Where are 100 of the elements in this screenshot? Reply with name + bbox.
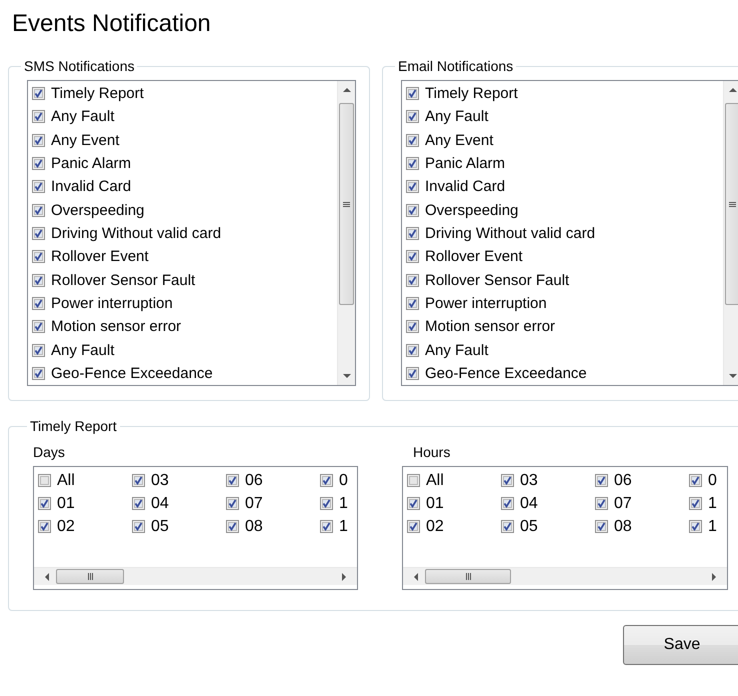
checkbox-label[interactable]: 07 (614, 494, 632, 512)
checkbox-label[interactable]: 0 (708, 472, 717, 490)
checkbox[interactable] (595, 520, 608, 533)
scroll-up-icon[interactable] (342, 87, 350, 93)
list-item[interactable]: Any Event (425, 132, 494, 149)
scroll-right-icon[interactable] (711, 572, 717, 580)
scroll-up-icon[interactable] (728, 87, 736, 93)
checkbox[interactable] (689, 520, 702, 533)
checkbox[interactable] (406, 180, 419, 194)
checkbox[interactable] (132, 497, 145, 510)
checkbox[interactable] (32, 296, 45, 310)
checkbox[interactable] (32, 134, 45, 147)
checkbox-label[interactable]: 03 (520, 472, 538, 490)
checkbox-label[interactable]: 05 (151, 518, 169, 536)
scroll-thumb[interactable] (56, 569, 124, 584)
checkbox-label[interactable]: 06 (614, 472, 632, 490)
checkbox-label[interactable]: All (426, 472, 444, 490)
checkbox[interactable] (32, 250, 45, 264)
checkbox-label[interactable]: 02 (426, 518, 444, 536)
checkbox[interactable] (406, 110, 419, 124)
checkbox[interactable] (38, 474, 51, 487)
horizontal-scrollbar[interactable] (403, 567, 727, 585)
checkbox-label[interactable]: 05 (520, 518, 538, 536)
checkbox-label[interactable]: 06 (245, 472, 263, 490)
checkbox-label[interactable]: 04 (520, 494, 538, 512)
scroll-thumb[interactable] (339, 103, 354, 305)
scroll-down-icon[interactable] (342, 373, 350, 379)
checked-list-box[interactable] (401, 80, 738, 386)
checkbox[interactable] (689, 474, 702, 487)
checkbox[interactable] (406, 274, 419, 287)
list-item[interactable]: Driving Without valid card (425, 225, 596, 242)
horizontal-scrollbar[interactable] (34, 567, 357, 585)
checkbox[interactable] (32, 274, 45, 287)
checkbox[interactable] (320, 474, 333, 487)
checkbox[interactable] (406, 157, 419, 170)
checkbox[interactable] (32, 227, 45, 240)
list-item[interactable]: Geo-Fence Exceedance (51, 364, 213, 382)
checkbox[interactable] (406, 344, 419, 357)
checkbox[interactable] (595, 474, 608, 487)
list-item[interactable]: Motion sensor error (51, 318, 182, 336)
scroll-thumb[interactable] (725, 103, 738, 305)
checked-list-box[interactable] (27, 80, 356, 386)
list-item[interactable]: Panic Alarm (425, 155, 506, 172)
checkbox[interactable] (132, 474, 145, 487)
checkbox-label[interactable]: 1 (339, 494, 348, 512)
checkbox[interactable] (501, 520, 514, 533)
scroll-left-icon[interactable] (413, 572, 419, 580)
checkbox[interactable] (501, 474, 514, 487)
checkbox-label[interactable]: 1 (708, 494, 717, 512)
checkbox[interactable] (406, 134, 419, 147)
list-item[interactable]: Invalid Card (425, 178, 506, 196)
checkbox[interactable] (32, 366, 45, 380)
checkbox[interactable] (406, 320, 419, 334)
checkbox[interactable] (320, 497, 333, 510)
checkbox[interactable] (38, 520, 51, 533)
list-item[interactable]: Panic Alarm (51, 155, 132, 172)
checkbox[interactable] (406, 227, 419, 240)
checkbox[interactable] (406, 296, 419, 310)
list-item[interactable]: Geo-Fence Exceedance (425, 364, 587, 382)
checkbox[interactable] (38, 497, 51, 510)
checkbox[interactable] (407, 520, 420, 533)
list-item[interactable]: Any Fault (51, 342, 114, 359)
checkbox-label[interactable]: 01 (426, 494, 444, 512)
checkbox[interactable] (595, 497, 608, 510)
list-item[interactable]: Any Fault (425, 342, 488, 359)
list-item[interactable]: Overspeeding (51, 202, 144, 219)
checkbox[interactable] (226, 497, 239, 510)
vertical-scrollbar[interactable] (337, 81, 355, 385)
list-item[interactable]: Rollover Event (425, 248, 523, 266)
checkbox-label[interactable]: 04 (151, 494, 169, 512)
list-item[interactable]: Power interruption (51, 294, 173, 312)
checkbox[interactable] (406, 250, 419, 264)
checkbox[interactable] (132, 520, 145, 533)
checkbox[interactable] (32, 157, 45, 170)
checkbox[interactable] (32, 110, 45, 124)
checkbox-label[interactable]: 1 (339, 518, 348, 536)
checkbox[interactable] (407, 474, 420, 487)
list-item[interactable]: Rollover Sensor Fault (425, 272, 570, 289)
checkbox-label[interactable]: 01 (57, 494, 75, 512)
list-item[interactable]: Motion sensor error (425, 318, 556, 336)
checkbox[interactable] (226, 474, 239, 487)
scroll-down-icon[interactable] (728, 373, 736, 379)
checkbox-label[interactable]: 07 (245, 494, 263, 512)
checkbox[interactable] (406, 204, 419, 217)
checkbox-label[interactable]: 03 (151, 472, 169, 490)
checkbox[interactable] (32, 344, 45, 357)
checkbox[interactable] (32, 320, 45, 334)
vertical-scrollbar[interactable] (723, 81, 738, 385)
list-item[interactable]: Overspeeding (425, 202, 518, 219)
checkbox-label[interactable]: 0 (339, 472, 348, 490)
list-item[interactable]: Any Fault (51, 108, 114, 126)
checkbox-label[interactable]: 08 (245, 518, 263, 536)
list-item[interactable]: Invalid Card (51, 178, 132, 196)
scroll-right-icon[interactable] (341, 572, 347, 580)
checkbox[interactable] (226, 520, 239, 533)
save-button[interactable]: Save (623, 625, 738, 665)
scroll-thumb[interactable] (425, 569, 511, 584)
list-item[interactable]: Timely Report (51, 85, 144, 102)
checkbox[interactable] (407, 497, 420, 510)
checkbox-label[interactable]: 08 (614, 518, 632, 536)
